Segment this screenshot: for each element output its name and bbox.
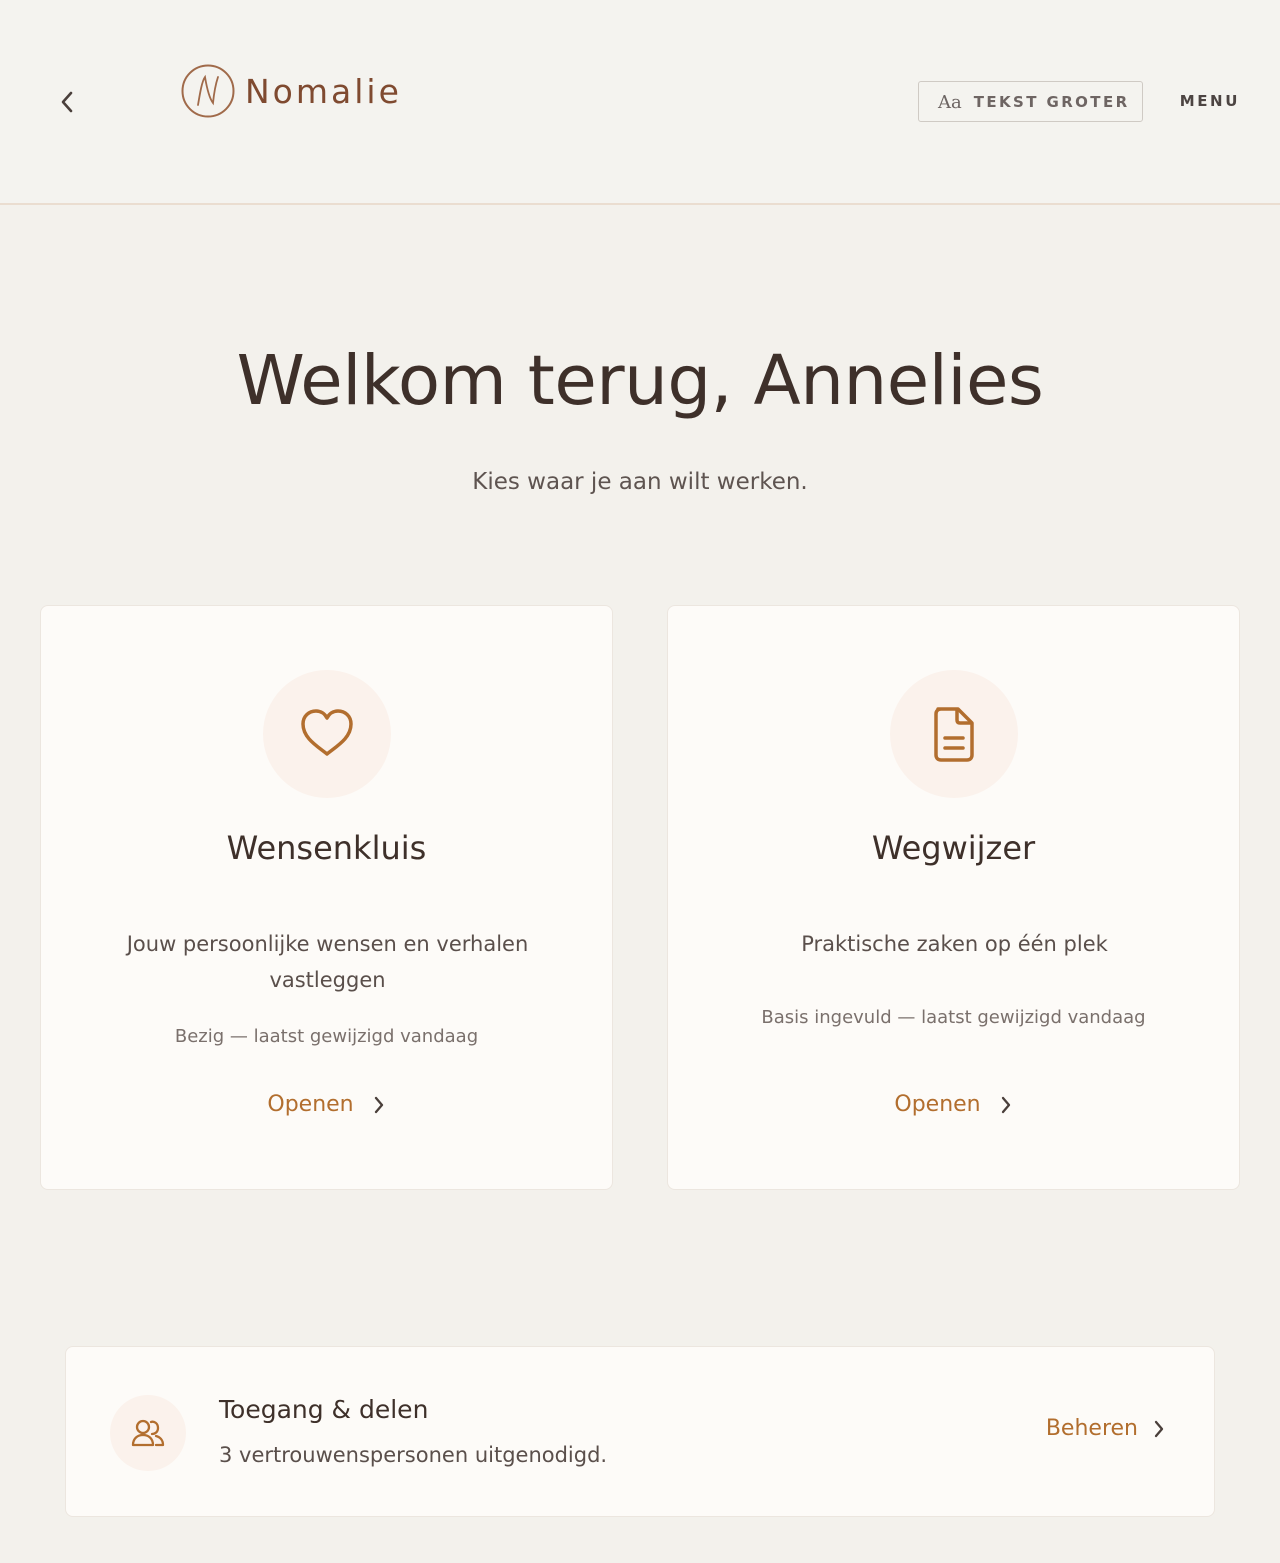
manage-link-label: Beheren — [1045, 1416, 1138, 1441]
chevron-left-icon — [61, 91, 73, 113]
access-sharing-card: Toegang & delen 3 vertrouwenspersonen ui… — [65, 1346, 1215, 1517]
open-link-label: Openen — [267, 1092, 354, 1117]
access-subtitle: 3 vertrouwenspersonen uitgenodigd. — [219, 1443, 608, 1467]
open-wensenkluis-link[interactable]: Openen — [41, 1092, 612, 1117]
open-wegwijzer-link[interactable]: Openen — [668, 1092, 1239, 1117]
card-status: Basis ingevuld — laatst gewijzigd vandaa… — [761, 1007, 1146, 1028]
menu-button[interactable]: MENU — [1180, 92, 1240, 110]
users-icon — [131, 1419, 165, 1447]
document-icon — [934, 707, 974, 762]
logo-text: Nomalie — [245, 71, 402, 111]
text-larger-button[interactable]: Aa TEKST GROTER — [918, 81, 1143, 122]
card-title: Wensenkluis — [226, 829, 427, 867]
chevron-right-icon — [374, 1096, 383, 1113]
page-subtitle: Kies waar je aan wilt werken. — [472, 469, 808, 495]
top-header: Nomalie Aa TEKST GROTER MENU — [0, 0, 1280, 205]
logo[interactable]: Nomalie — [180, 63, 402, 119]
logo-mark-icon — [181, 64, 235, 118]
manage-access-link[interactable]: Beheren — [1046, 1416, 1166, 1441]
chevron-right-icon — [1154, 1420, 1164, 1437]
text-size-icon: Aa — [938, 92, 962, 113]
card-status: Bezig — laatst gewijzigd vandaag — [174, 1026, 479, 1047]
access-icon-circle — [110, 1395, 186, 1471]
card-wensenkluis[interactable]: Wensenkluis Jouw persoonlijke wensen en … — [40, 605, 613, 1190]
card-title: Wegwijzer — [871, 829, 1036, 867]
back-button[interactable] — [48, 82, 88, 122]
access-title: Toegang & delen — [219, 1395, 429, 1424]
card-icon-circle — [890, 670, 1018, 798]
page-title: Welkom terug, Annelies — [236, 341, 1044, 421]
card-description: Praktische zaken op één plek — [801, 932, 1108, 956]
heart-icon — [301, 709, 353, 756]
text-larger-label: TEKST GROTER — [973, 92, 1130, 111]
chevron-right-icon — [1001, 1096, 1010, 1113]
card-wegwijzer[interactable]: Wegwijzer Praktische zaken op één plek B… — [667, 605, 1240, 1190]
open-link-label: Openen — [894, 1092, 981, 1117]
card-description: Jouw persoonlijke wensen en verhalen vas… — [126, 932, 529, 992]
card-icon-circle — [263, 670, 391, 798]
